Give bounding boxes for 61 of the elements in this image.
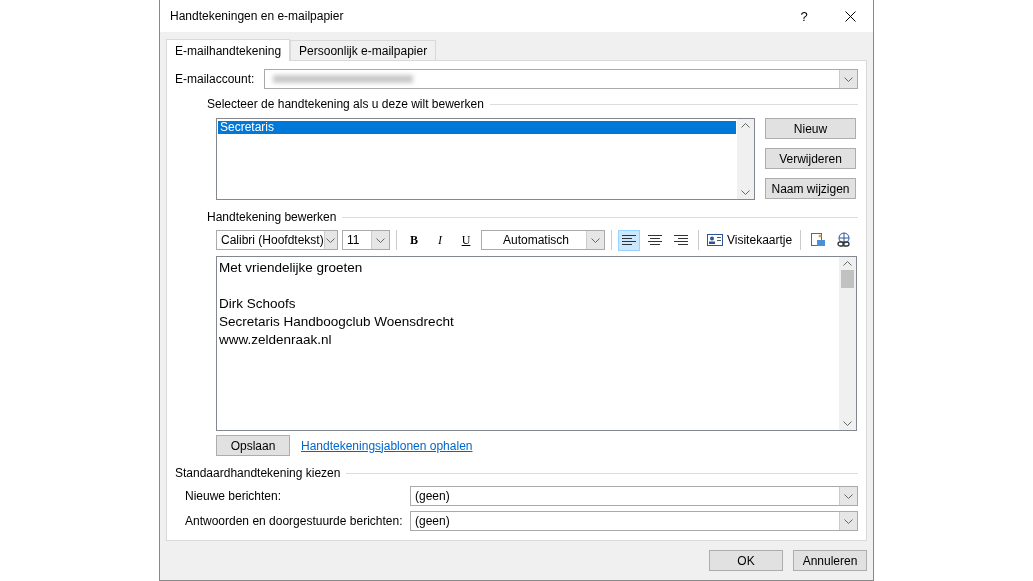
font-dropdown[interactable]: Calibri (Hoofdtekst) — [216, 230, 338, 250]
chevron-up-icon — [843, 261, 852, 266]
chevron-down-icon — [844, 493, 853, 499]
chevron-down-icon — [376, 237, 385, 243]
help-button[interactable]: ? — [781, 0, 827, 32]
signature-dropdown[interactable]: (geen) — [410, 486, 858, 506]
action-button[interactable]: Verwijderen — [765, 148, 856, 169]
window-title: Handtekeningen en e-mailpapier — [170, 9, 345, 23]
signature-text: www.zeldenraak.nl — [219, 331, 333, 349]
dropdown-button[interactable] — [839, 512, 857, 530]
chevron-down-icon — [844, 518, 853, 524]
scrollbar[interactable] — [839, 257, 856, 430]
chevron-down-icon — [326, 237, 336, 243]
close-icon — [844, 10, 856, 22]
group-heading: Handtekening bewerken — [207, 210, 337, 224]
color-dropdown[interactable]: Automatisch — [481, 230, 605, 250]
templates-link[interactable]: Handtekeningsjablonen ophalen — [301, 438, 473, 453]
contact-card-icon — [707, 234, 723, 246]
dropdown-button[interactable] — [839, 70, 857, 88]
scrollbar[interactable] — [737, 119, 754, 199]
tab[interactable]: E-mailhandtekening — [166, 39, 291, 61]
dialog-button[interactable]: OK — [709, 550, 783, 571]
group-heading: Selecteer de handtekening als u deze wilt bewerken — [207, 97, 484, 111]
align-button[interactable] — [618, 229, 640, 251]
field-label: E-mailaccount: — [175, 72, 255, 86]
save-button[interactable]: Opslaan — [216, 435, 290, 456]
chevron-down-icon — [843, 421, 852, 426]
signature-text: Dirk Schoofs — [219, 295, 297, 313]
align-right-icon — [674, 235, 688, 245]
format-button[interactable]: U — [455, 229, 477, 251]
picture-icon — [810, 232, 827, 248]
dropdown-button[interactable] — [586, 231, 604, 249]
format-button[interactable]: B — [403, 229, 425, 251]
dialog-button[interactable]: Annuleren — [793, 550, 867, 571]
signature-editor[interactable]: Met vriendelijke groeten Dirk Schoofs Secretaris Handboogclub Woensdrecht www.zeldenraak.nl — [216, 256, 857, 431]
business-card-button[interactable]: Visitekaartje — [705, 229, 795, 251]
chevron-down-icon — [844, 76, 853, 82]
field-label: Antwoorden en doorgestuurde berichten: — [185, 514, 404, 528]
field-label: Nieuwe berichten: — [185, 489, 283, 503]
list-item[interactable]: Secretaris — [218, 121, 736, 134]
chevron-up-icon — [741, 123, 750, 128]
account-dropdown[interactable] — [264, 69, 858, 89]
action-button[interactable]: Nieuw — [765, 118, 856, 139]
signature-text: Met vriendelijke groeten — [219, 259, 364, 277]
signature-text: Secretaris Handboogclub Woensdrecht — [219, 313, 455, 331]
action-button[interactable]: Naam wijzigen — [765, 178, 856, 199]
format-button[interactable]: I — [429, 229, 451, 251]
signature-dropdown[interactable]: (geen) — [410, 511, 858, 531]
globe-link-icon — [836, 232, 853, 248]
chevron-down-icon — [741, 190, 750, 195]
dropdown-button[interactable] — [323, 231, 337, 249]
chevron-down-icon — [591, 237, 600, 243]
dropdown-button[interactable] — [839, 487, 857, 505]
align-left-icon — [622, 235, 636, 245]
size-dropdown[interactable]: 11 — [342, 230, 390, 250]
dropdown-button[interactable] — [371, 231, 389, 249]
tab[interactable]: Persoonlijk e-mailpapier — [290, 40, 437, 60]
align-center-icon — [648, 235, 662, 245]
group-heading: Standaardhandtekening kiezen — [175, 466, 341, 480]
signature-list[interactable]: Secretaris — [216, 118, 755, 200]
scrollbar-thumb[interactable] — [841, 270, 854, 288]
